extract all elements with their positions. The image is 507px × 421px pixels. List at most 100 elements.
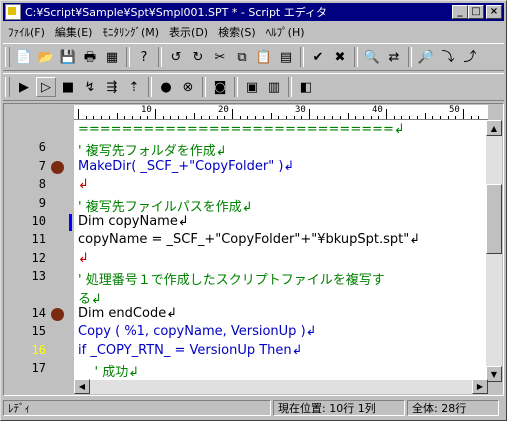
ruler-tick (309, 109, 310, 119)
column-ruler: 10 20 30 40 50 (74, 105, 488, 120)
gutter-line[interactable]: 16 (5, 343, 72, 361)
scroll-right-button[interactable]: ▶ (472, 379, 488, 394)
set-breakpoint-button[interactable]: ● (156, 77, 176, 97)
gutter-line[interactable]: 11 (5, 232, 72, 250)
toolbar-grip[interactable] (5, 77, 10, 97)
code-editor[interactable]: 10 20 30 40 50 6 7 8 9 10 11 12 13 14 15 16 17 ========… (3, 103, 504, 396)
breakpoint-icon[interactable] (51, 308, 64, 321)
code-line[interactable]: る↲ (78, 288, 102, 307)
undo-button[interactable]: ↺ (166, 47, 186, 67)
find-button[interactable]: 🔍 (362, 47, 382, 67)
code-area[interactable]: =============================↲ ' 複写先フォルダを… (74, 120, 488, 382)
copy-button[interactable]: ⧉ (232, 47, 252, 67)
scroll-up-button[interactable]: ▲ (486, 120, 502, 136)
vertical-scrollbar[interactable]: ▲ ▼ (486, 120, 502, 382)
gutter-line[interactable]: 17 (5, 361, 72, 379)
minimize-button[interactable]: _ (452, 5, 468, 19)
gutter-line[interactable]: 9 (5, 196, 72, 214)
menu-file[interactable]: ﾌｧｲﾙ(F) (3, 24, 50, 40)
new-file-button[interactable]: 📄 (14, 47, 34, 67)
code-line[interactable]: Copy ( %1, copyName, VersionUp )↲ (78, 324, 317, 342)
code-line[interactable]: ↲ (78, 251, 89, 269)
gutter-line[interactable]: 14 (5, 306, 72, 324)
code-line[interactable]: ' 成功↲ (78, 361, 140, 380)
run-button[interactable]: ▶ (14, 77, 34, 97)
horizontal-scrollbar[interactable]: ◀ ▶ (74, 379, 488, 394)
paste-button[interactable]: 📋 (254, 47, 274, 67)
replace-button[interactable]: ⇄ (384, 47, 404, 67)
find-next-icon: ⤵ (441, 49, 455, 65)
line-number: 12 (31, 250, 46, 265)
clear-breakpoint-icon: ⊗ (182, 79, 194, 95)
select-all-button[interactable]: ▤ (276, 47, 296, 67)
code-line[interactable]: =============================↲ (78, 122, 405, 140)
toolbar-grip[interactable] (5, 47, 10, 67)
menu-search[interactable]: 検索(S) (213, 24, 261, 40)
script-editor-window: C:¥Script¥Sample¥Spt¥Smpl001.SPT * - Scr… (0, 0, 507, 421)
step-over-button[interactable]: ⇶ (102, 77, 122, 97)
step-out-button[interactable]: ⇡ (124, 77, 144, 97)
ruler-tick (93, 116, 95, 119)
callstack-button[interactable]: ▥ (264, 77, 284, 97)
code-line[interactable]: if _COPY_RTN_ = VersionUp Then↲ (78, 343, 303, 361)
ruler-tick (424, 113, 426, 119)
ruler-tick (455, 116, 457, 119)
gutter-line[interactable]: 7 (5, 159, 72, 177)
find-prev-button[interactable]: ⤴ (460, 47, 480, 67)
ruler-tick (224, 116, 226, 119)
open-file-button[interactable]: 📂 (36, 47, 56, 67)
properties-button[interactable]: ▦ (102, 47, 122, 67)
redo-button[interactable]: ↻ (188, 47, 208, 67)
code-line[interactable]: ' 複写先フォルダを作成↲ (78, 140, 227, 159)
line-number: 10 (31, 214, 46, 228)
run-to-cursor-button[interactable]: ▷ (36, 77, 56, 97)
gutter-line[interactable]: 15 (5, 324, 72, 342)
clear-breakpoint-button[interactable]: ⊗ (178, 77, 198, 97)
scroll-left-button[interactable]: ◀ (74, 379, 90, 394)
ruler-tick (463, 109, 464, 119)
stop-button[interactable]: ■ (58, 77, 78, 97)
menu-monitoring[interactable]: ﾓﾆﾀﾘﾝｸﾞ(M) (97, 24, 164, 40)
print-button[interactable]: 🖶 (80, 47, 100, 67)
ruler-tick (255, 116, 257, 119)
gutter-line[interactable] (5, 122, 72, 140)
gutter-line[interactable] (5, 288, 72, 306)
save-button[interactable]: 💾 (58, 47, 78, 67)
code-line[interactable]: Dim endCode↲ (78, 306, 177, 324)
vertical-scroll-thumb[interactable] (486, 184, 502, 254)
help-button[interactable]: ? (134, 47, 154, 67)
code-line[interactable]: MakeDir( _SCF_+"CopyFolder" )↲ (78, 159, 294, 177)
code-line[interactable]: ' 複写先ファイルパスを作成↲ (78, 196, 253, 215)
toolbar-separator (148, 77, 152, 97)
ruler-tick (401, 116, 403, 119)
gutter-line[interactable]: 8 (5, 177, 72, 195)
gutter-line[interactable]: 13 (5, 269, 72, 287)
code-line[interactable]: ' 処理番号１で作成したスクリプトファイルを複写す (78, 269, 385, 288)
ruler-tick (393, 116, 395, 119)
menu-help[interactable]: ﾍﾙﾌﾟ(H) (261, 24, 310, 40)
scroll-down-button[interactable]: ▼ (486, 366, 502, 382)
zoom-button[interactable]: 🔎 (416, 47, 436, 67)
find-next-button[interactable]: ⤵ (438, 47, 458, 67)
close-button[interactable]: × (486, 5, 502, 19)
gutter-line[interactable]: 10 (5, 214, 72, 232)
cut-button[interactable]: ✂ (210, 47, 230, 67)
check-button[interactable]: ✔ (308, 47, 328, 67)
code-line[interactable]: copyName = _SCF_+"CopyFolder"+"¥bkupSpt.… (78, 232, 420, 250)
gutter-line[interactable]: 12 (5, 251, 72, 269)
gutter-line[interactable]: 6 (5, 140, 72, 158)
monitor-button[interactable]: ◧ (296, 77, 316, 97)
step-button[interactable]: ↯ (80, 77, 100, 97)
stop-check-button[interactable]: ✖ (330, 47, 350, 67)
menu-edit[interactable]: 編集(E) (50, 24, 98, 40)
code-line[interactable]: ↲ (78, 177, 89, 195)
variables-button[interactable]: ▣ (242, 77, 262, 97)
code-line[interactable]: Dim copyName↲ (78, 214, 189, 232)
title-bar[interactable]: C:¥Script¥Sample¥Spt¥Smpl001.SPT * - Scr… (3, 3, 504, 21)
maximize-button[interactable]: □ (468, 5, 484, 19)
breakpoint-icon[interactable] (51, 160, 64, 174)
menu-view[interactable]: 表示(D) (164, 24, 213, 40)
app-icon[interactable] (5, 4, 21, 20)
watch-button[interactable]: ◙ (210, 77, 230, 97)
line-gutter[interactable]: 6 7 8 9 10 11 12 13 14 15 16 17 (5, 120, 72, 382)
